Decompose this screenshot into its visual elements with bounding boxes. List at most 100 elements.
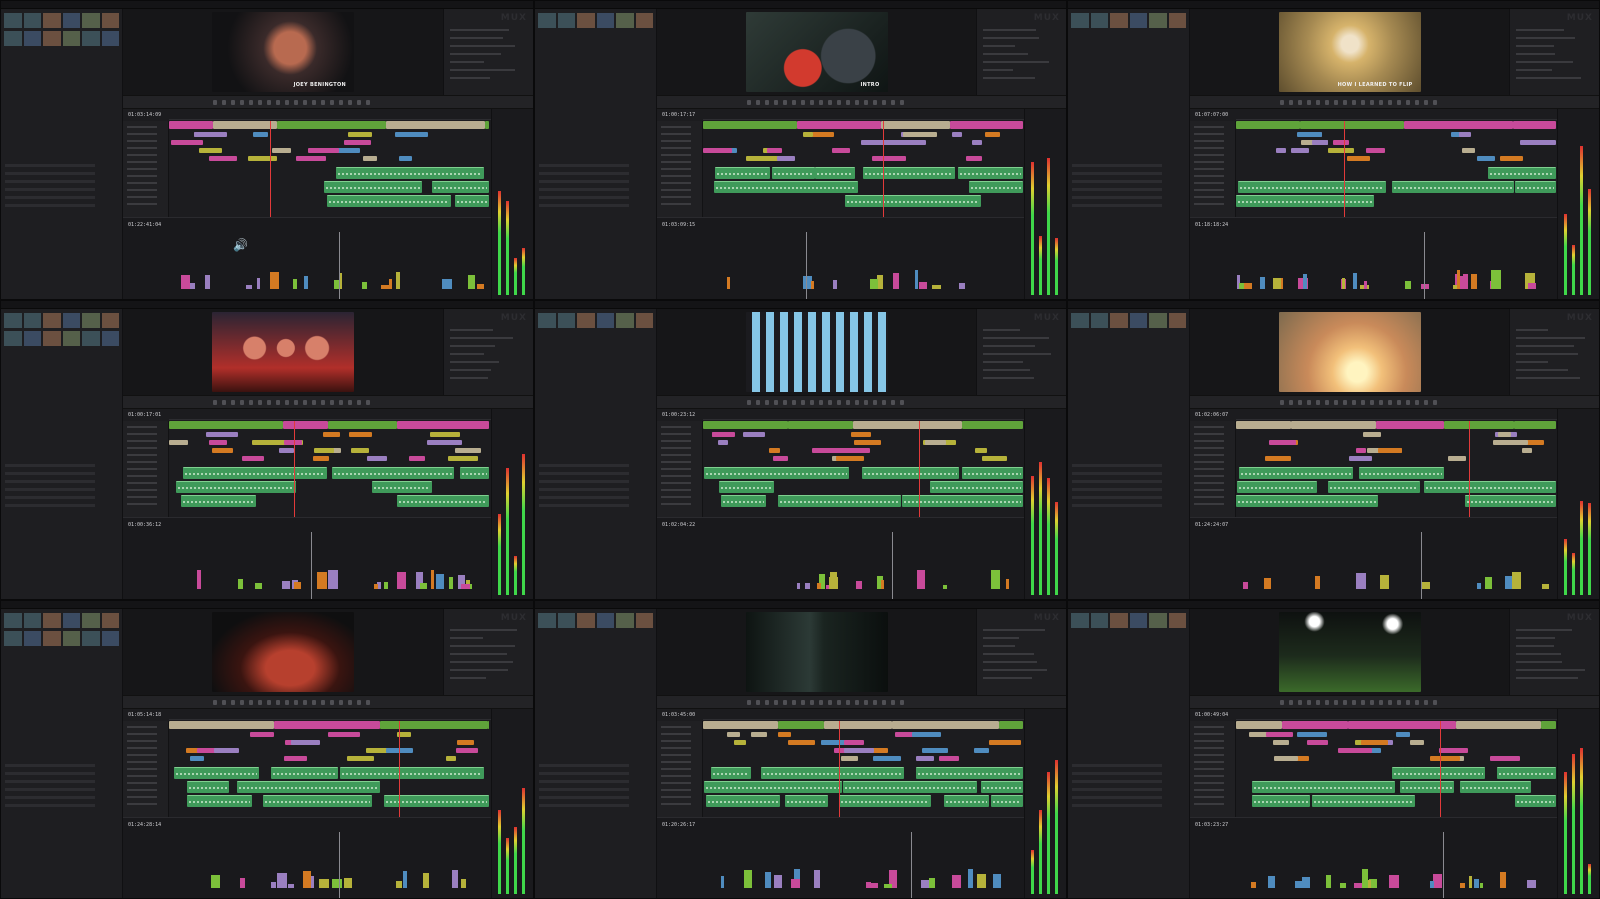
mini-clip[interactable] <box>240 878 245 888</box>
track-header[interactable] <box>1194 447 1224 449</box>
overlay-clip[interactable] <box>975 448 987 453</box>
toolbar-button[interactable] <box>891 100 895 105</box>
track-header[interactable] <box>661 754 691 756</box>
toolbar-button[interactable] <box>285 400 289 405</box>
media-thumbnail[interactable] <box>1129 313 1147 328</box>
audio-clip[interactable] <box>1252 781 1395 793</box>
toolbar-button[interactable] <box>774 700 778 705</box>
overlay-clip[interactable] <box>349 432 372 437</box>
track-header[interactable] <box>661 503 691 505</box>
track-header[interactable] <box>1194 503 1224 505</box>
toolbar-button[interactable] <box>1370 400 1374 405</box>
toolbar-button[interactable] <box>1289 100 1293 105</box>
toolbar-button[interactable] <box>303 100 307 105</box>
timeline-ruler[interactable] <box>1236 114 1557 120</box>
audio-clip[interactable] <box>958 167 1023 179</box>
mini-clip[interactable] <box>919 282 927 289</box>
media-thumbnail[interactable] <box>616 13 634 28</box>
overlay-clip[interactable] <box>836 456 864 461</box>
overlay-clip[interactable] <box>751 732 767 737</box>
video-clip[interactable] <box>703 421 788 429</box>
bin-item[interactable] <box>5 172 95 175</box>
inspector-field[interactable] <box>983 353 1051 355</box>
playhead[interactable] <box>883 121 884 217</box>
mini-clip[interactable] <box>959 283 965 289</box>
toolbar-button[interactable] <box>1388 400 1392 405</box>
media-thumbnail[interactable] <box>596 13 614 28</box>
overlay-clip[interactable] <box>788 740 815 745</box>
toolbar-button[interactable] <box>819 100 823 105</box>
overlay-clip[interactable] <box>832 148 850 153</box>
track-header[interactable] <box>127 789 157 791</box>
mini-clip[interactable] <box>277 873 287 888</box>
bin-item[interactable] <box>5 496 95 499</box>
timeline-tracks[interactable] <box>703 421 1024 517</box>
mini-clip[interactable] <box>1528 283 1536 289</box>
mini-clip[interactable] <box>797 583 800 589</box>
inspector-field[interactable] <box>1516 653 1561 655</box>
overlay-clip[interactable] <box>169 440 188 445</box>
inspector-field[interactable] <box>450 329 493 331</box>
toolbar-button[interactable] <box>339 100 343 105</box>
inspector-field[interactable] <box>1516 629 1572 631</box>
toolbar-button[interactable] <box>1289 400 1293 405</box>
mini-clip[interactable] <box>1474 879 1479 888</box>
bin-item[interactable] <box>1072 172 1162 175</box>
mini-clip[interactable] <box>1542 584 1549 589</box>
toolbar-button[interactable] <box>810 400 814 405</box>
overlay-clip[interactable] <box>313 456 329 461</box>
overlay-clip[interactable] <box>1522 448 1532 453</box>
track-header[interactable] <box>661 468 691 470</box>
media-thumbnail[interactable] <box>1090 13 1108 28</box>
audio-clip[interactable] <box>176 481 296 493</box>
mini-tracks[interactable] <box>169 532 491 599</box>
mini-clip[interactable] <box>884 884 892 888</box>
audio-clip[interactable] <box>815 167 855 179</box>
media-thumbnail[interactable] <box>62 13 80 28</box>
audio-clip[interactable] <box>237 781 380 793</box>
overlay-clip[interactable] <box>1448 456 1466 461</box>
video-clip[interactable] <box>853 421 962 429</box>
inspector-field[interactable] <box>1516 645 1554 647</box>
inspector-field[interactable] <box>450 37 503 39</box>
audio-clip[interactable] <box>845 195 981 207</box>
mini-clip[interactable] <box>197 570 201 589</box>
toolbar-button[interactable] <box>828 100 832 105</box>
overlay-clip[interactable] <box>212 448 233 453</box>
bin-item[interactable] <box>5 464 95 467</box>
track-header[interactable] <box>1194 461 1224 463</box>
mini-playhead[interactable] <box>1421 532 1422 599</box>
video-clip[interactable] <box>213 121 277 129</box>
overlay-clip[interactable] <box>206 432 238 437</box>
overlay-clip[interactable] <box>347 756 374 761</box>
bin-item[interactable] <box>5 164 95 167</box>
audio-clip[interactable] <box>1236 195 1374 207</box>
media-thumbnail[interactable] <box>23 31 41 46</box>
track-header[interactable] <box>1194 133 1224 135</box>
toolbar-button[interactable] <box>312 400 316 405</box>
bin-item[interactable] <box>539 796 629 799</box>
mini-clip[interactable] <box>991 570 1000 589</box>
track-header[interactable] <box>661 196 691 198</box>
playhead[interactable] <box>399 721 400 817</box>
video-clip[interactable] <box>380 721 488 729</box>
toolbar-button[interactable] <box>765 100 769 105</box>
track-header[interactable] <box>127 426 157 428</box>
mini-clip[interactable] <box>881 580 884 589</box>
toolbar-button[interactable] <box>1325 700 1329 705</box>
playhead[interactable] <box>1469 421 1470 517</box>
toolbar-button[interactable] <box>1379 100 1383 105</box>
toolbar-button[interactable] <box>864 100 868 105</box>
audio-clip[interactable] <box>1392 767 1485 779</box>
media-thumbnail[interactable] <box>101 31 119 46</box>
overlay-clip[interactable] <box>903 132 937 137</box>
bin-item[interactable] <box>539 164 629 167</box>
toolbar-button[interactable] <box>756 100 760 105</box>
video-clip[interactable] <box>1376 421 1444 429</box>
toolbar-button[interactable] <box>1280 400 1284 405</box>
toolbar-button[interactable] <box>285 700 289 705</box>
track-header[interactable] <box>127 796 157 798</box>
toolbar-button[interactable] <box>1433 100 1437 105</box>
bin-item[interactable] <box>1072 164 1162 167</box>
toolbar-button[interactable] <box>1370 700 1374 705</box>
